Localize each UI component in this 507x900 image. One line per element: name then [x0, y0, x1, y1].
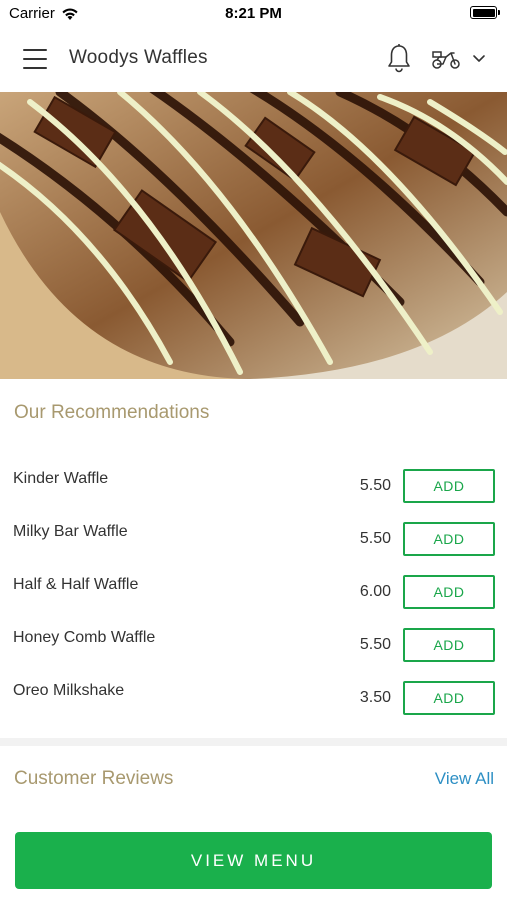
item-price: 6.00 — [359, 583, 391, 600]
add-button[interactable]: ADD — [403, 681, 495, 715]
waffle-photo — [0, 92, 507, 379]
add-button[interactable]: ADD — [403, 522, 495, 556]
add-button[interactable]: ADD — [403, 628, 495, 662]
item-name: Oreo Milkshake — [13, 682, 125, 699]
view-all-reviews-link[interactable]: View All — [435, 769, 494, 789]
battery-icon — [470, 6, 500, 19]
item-price: 5.50 — [359, 477, 391, 494]
hero-food-image — [0, 92, 507, 379]
chevron-down-icon[interactable] — [472, 54, 486, 64]
reviews-heading: Customer Reviews — [14, 768, 174, 789]
item-price: 5.50 — [359, 530, 391, 547]
list-item: Honey Comb Waffle 5.50 ADD — [0, 621, 507, 674]
item-name: Honey Comb Waffle — [13, 629, 156, 646]
view-menu-button[interactable]: VIEW MENU — [15, 832, 492, 889]
status-time: 8:21 PM — [225, 5, 282, 22]
list-item: Oreo Milkshake 3.50 ADD — [0, 674, 507, 727]
menu-icon[interactable] — [23, 49, 47, 69]
status-bar: Carrier 8:21 PM — [0, 0, 507, 28]
restaurant-title: Woodys Waffles — [69, 47, 208, 68]
item-name: Milky Bar Waffle — [13, 523, 128, 540]
list-item: Kinder Waffle 5.50 ADD — [0, 462, 507, 515]
bell-icon[interactable] — [386, 43, 412, 73]
item-name: Half & Half Waffle — [13, 576, 139, 593]
add-button[interactable]: ADD — [403, 575, 495, 609]
nav-bar: Woodys Waffles — [0, 28, 507, 92]
list-item: Half & Half Waffle 6.00 ADD — [0, 568, 507, 621]
recommendations-list: Kinder Waffle 5.50 ADD Milky Bar Waffle … — [0, 462, 507, 727]
item-price: 5.50 — [359, 636, 391, 653]
recommendations-heading: Our Recommendations — [14, 402, 210, 423]
add-button[interactable]: ADD — [403, 469, 495, 503]
item-name: Kinder Waffle — [13, 470, 109, 487]
section-divider — [0, 738, 507, 746]
list-item: Milky Bar Waffle 5.50 ADD — [0, 515, 507, 568]
item-price: 3.50 — [359, 689, 391, 706]
scooter-icon[interactable] — [431, 48, 461, 70]
